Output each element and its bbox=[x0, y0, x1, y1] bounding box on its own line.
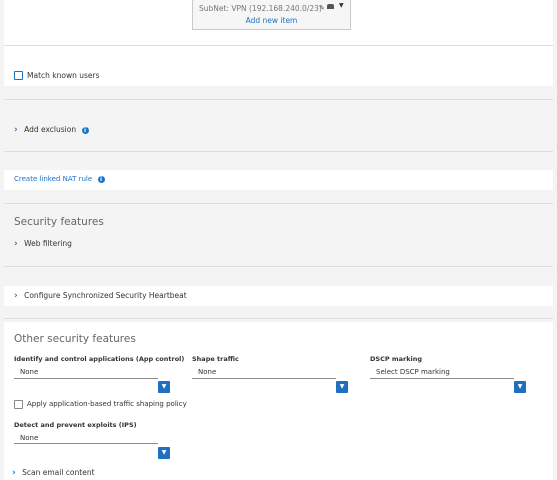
create-linked-nat-rule[interactable]: Create linked NAT rule i bbox=[14, 174, 105, 183]
apply-shaping-checkbox[interactable] bbox=[14, 400, 23, 409]
shape-traffic-underline bbox=[192, 378, 336, 379]
app-control-label: Identify and control applications (App c… bbox=[14, 355, 185, 363]
divider bbox=[4, 45, 553, 46]
app-control-select[interactable]: None bbox=[20, 368, 38, 376]
create-linked-nat-rule-label[interactable]: Create linked NAT rule bbox=[14, 175, 92, 183]
delete-icon[interactable] bbox=[327, 4, 334, 9]
security-features-title: Security features bbox=[14, 216, 104, 228]
scan-email-label: Scan email content bbox=[22, 468, 95, 477]
ips-select[interactable]: None bbox=[20, 434, 38, 442]
ips-underline bbox=[14, 443, 158, 444]
dscp-marking-select[interactable]: Select DSCP marking bbox=[376, 368, 450, 376]
chevron-down-icon: ▼ bbox=[161, 383, 167, 390]
ips-dropdown-button[interactable]: ▼ bbox=[158, 447, 170, 459]
app-control-underline bbox=[14, 378, 158, 379]
dscp-marking-underline bbox=[370, 378, 514, 379]
list-row[interactable]: SubNet: VPN (192.168.240.0/23) bbox=[199, 4, 329, 13]
heartbeat-label: Configure Synchronized Security Heartbea… bbox=[24, 291, 187, 300]
add-exclusion-toggle[interactable]: › Add exclusion i bbox=[14, 125, 89, 135]
chevron-down-icon: ▼ bbox=[339, 383, 345, 390]
divider bbox=[4, 318, 553, 319]
heartbeat-toggle[interactable]: › Configure Synchronized Security Heartb… bbox=[14, 291, 187, 301]
divider bbox=[4, 203, 553, 204]
match-known-users-checkbox[interactable] bbox=[14, 71, 23, 80]
scan-email-toggle[interactable]: › Scan email content bbox=[12, 468, 95, 478]
list-scroll-button[interactable]: ▼ bbox=[334, 0, 350, 14]
arrow-down-icon: ▼ bbox=[339, 2, 344, 9]
info-icon[interactable]: i bbox=[97, 175, 105, 183]
chevron-right-icon: › bbox=[14, 291, 18, 301]
chevron-right-icon: › bbox=[14, 239, 18, 249]
divider bbox=[4, 99, 553, 100]
shape-traffic-select[interactable]: None bbox=[198, 368, 216, 376]
divider bbox=[4, 266, 553, 267]
edit-icon[interactable]: ✎ bbox=[319, 4, 325, 12]
ips-label: Detect and prevent exploits (IPS) bbox=[14, 421, 137, 429]
divider bbox=[4, 151, 553, 152]
add-exclusion-label: Add exclusion bbox=[24, 125, 77, 134]
add-new-item-link[interactable]: Add new item bbox=[193, 16, 350, 25]
list-row-text: SubNet: VPN (192.168.240.0/23) bbox=[199, 4, 322, 13]
info-icon[interactable]: i bbox=[81, 126, 89, 134]
network-list-box: SubNet: VPN (192.168.240.0/23) ✎ ▼ Add n… bbox=[192, 0, 351, 30]
chevron-right-icon: › bbox=[12, 468, 16, 478]
shape-traffic-dropdown-button[interactable]: ▼ bbox=[336, 381, 348, 393]
match-known-users-label: Match known users bbox=[27, 71, 100, 80]
shape-traffic-label: Shape traffic bbox=[192, 355, 239, 363]
web-filtering-toggle[interactable]: › Web filtering bbox=[14, 239, 72, 249]
chevron-right-icon: › bbox=[14, 125, 18, 135]
dscp-marking-label: DSCP marking bbox=[370, 355, 423, 363]
web-filtering-label: Web filtering bbox=[24, 239, 72, 248]
chevron-down-icon: ▼ bbox=[517, 383, 523, 390]
chevron-down-icon: ▼ bbox=[161, 449, 167, 456]
app-control-dropdown-button[interactable]: ▼ bbox=[158, 381, 170, 393]
other-security-title: Other security features bbox=[14, 333, 136, 345]
apply-shaping-label: Apply application-based traffic shaping … bbox=[27, 400, 187, 408]
dscp-marking-dropdown-button[interactable]: ▼ bbox=[514, 381, 526, 393]
